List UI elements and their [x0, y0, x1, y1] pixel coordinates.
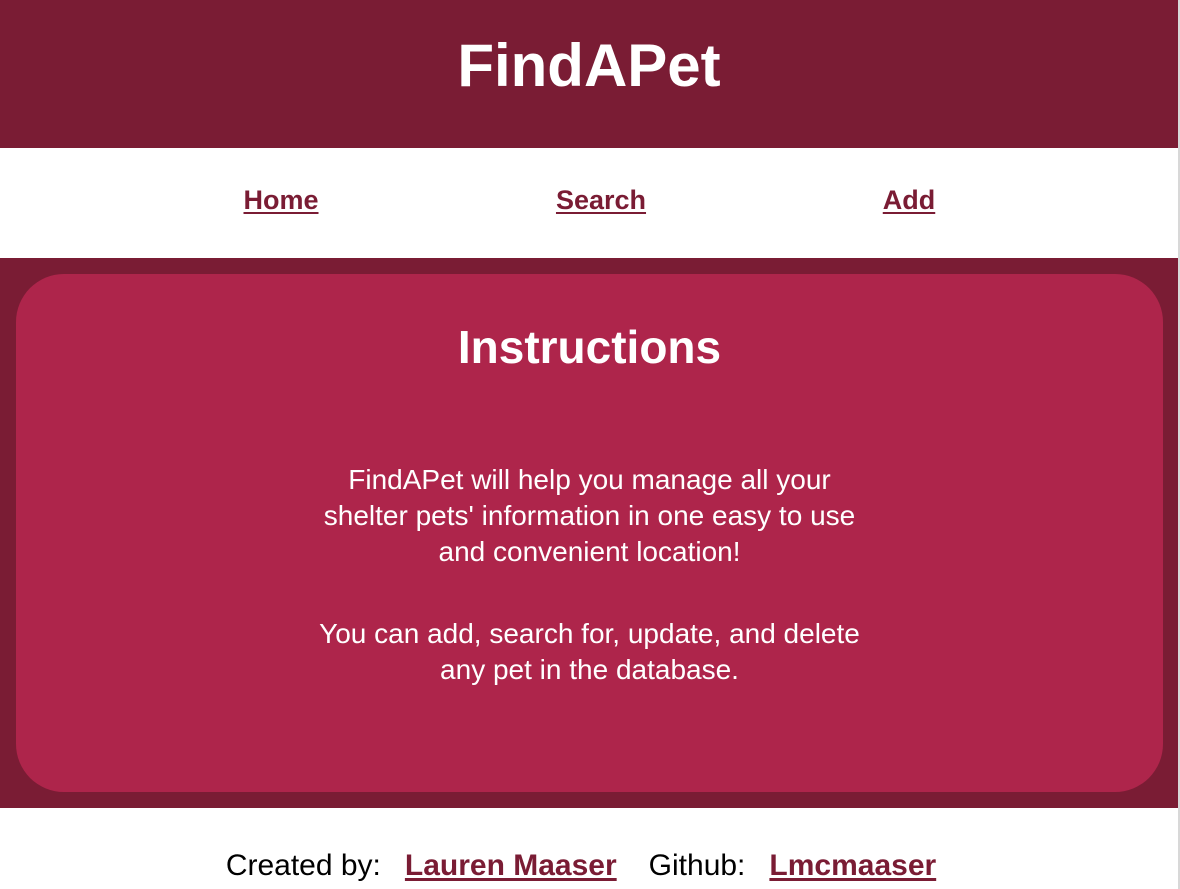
main-content: Instructions FindAPet will help you mana… — [0, 258, 1178, 808]
instructions-paragraph-actions: You can add, search for, update, and del… — [319, 618, 860, 685]
site-title: FindAPet — [457, 32, 721, 99]
instructions-card: Instructions FindAPet will help you mana… — [16, 274, 1163, 792]
site-header: FindAPet — [0, 0, 1178, 148]
github-label: Github: — [648, 849, 746, 882]
nav-link-home[interactable]: Home — [243, 185, 318, 216]
main-navigation: Home Search Add — [0, 148, 1178, 258]
nav-link-add[interactable]: Add — [883, 185, 935, 216]
author-link[interactable]: Lauren Maaser — [405, 849, 617, 883]
page: FindAPet Home Search Add Instructions Fi… — [0, 0, 1180, 889]
instructions-paragraph-intro: FindAPet will help you manage all your s… — [323, 464, 856, 567]
site-footer: Created by: Lauren Maaser Github: Lmcmaa… — [0, 808, 1170, 889]
nav-link-search[interactable]: Search — [556, 185, 646, 216]
instructions-heading: Instructions — [457, 321, 722, 373]
created-by-label: Created by: — [225, 849, 381, 882]
github-link[interactable]: Lmcmaaser — [769, 849, 936, 883]
